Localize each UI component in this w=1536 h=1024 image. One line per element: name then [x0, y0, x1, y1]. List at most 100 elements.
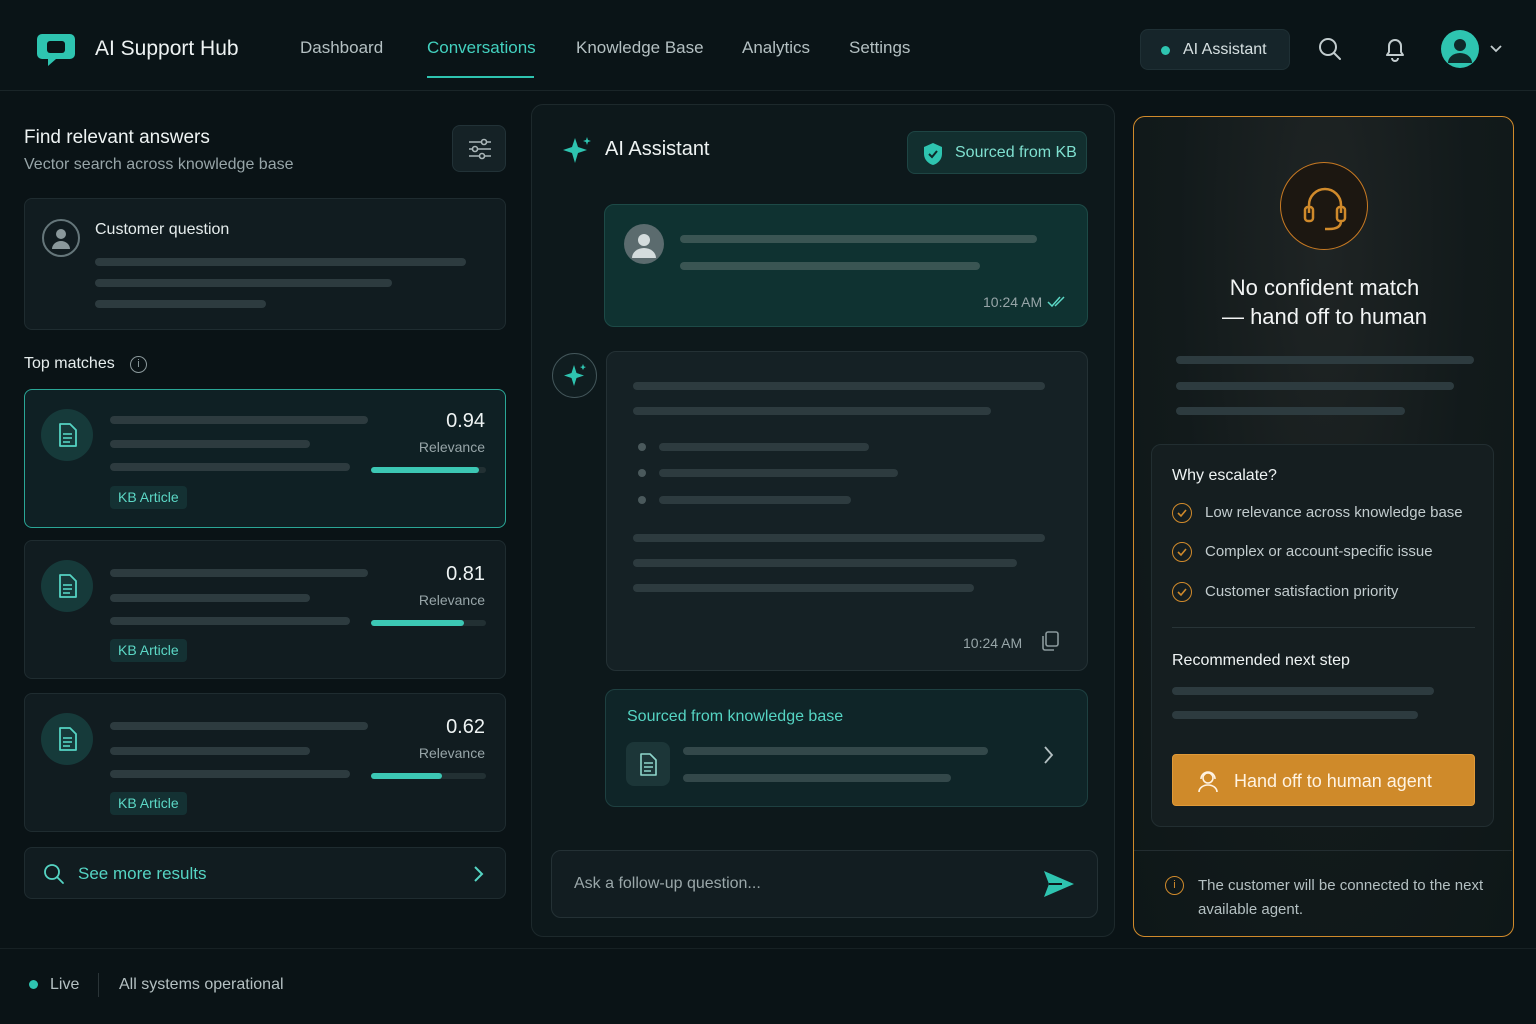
relevance-bar-fill: [371, 620, 465, 626]
relevance-label: Relevance: [418, 745, 485, 761]
text-placeholder-line: [110, 747, 310, 755]
info-icon[interactable]: i: [130, 356, 147, 373]
why-escalate-title: Why escalate?: [1172, 467, 1277, 484]
escalation-title-line1: No confident match: [1229, 275, 1420, 300]
text-placeholder-line: [659, 443, 869, 451]
message-timestamp: 10:24 AM: [963, 635, 1023, 651]
ai-assistant-pill[interactable]: AI Assistant: [1140, 29, 1290, 70]
relevance-bar: [371, 467, 486, 473]
text-placeholder-line: [95, 300, 266, 308]
nav-knowledge-base[interactable]: Knowledge Base: [576, 38, 704, 58]
ai-avatar-icon: [552, 353, 597, 398]
send-icon[interactable]: [1042, 868, 1076, 900]
status-dot: [1161, 46, 1170, 55]
text-placeholder-line: [1172, 711, 1418, 719]
top-bar: AI Support Hub Dashboard Conversations K…: [0, 0, 1536, 91]
brand-name: AI Support Hub: [95, 37, 239, 60]
divider: [98, 973, 99, 997]
check-circle-icon: [1172, 542, 1192, 562]
divider: [1172, 627, 1475, 628]
text-placeholder-line: [659, 496, 851, 504]
text-placeholder-line: [680, 235, 1037, 243]
text-placeholder-line: [110, 722, 368, 730]
chat-panel: AI Assistant Sourced from KB 10:24 AM 10…: [531, 104, 1115, 937]
knowledge-source-card[interactable]: Sourced from knowledge base: [605, 689, 1088, 807]
text-placeholder-line: [95, 258, 466, 266]
sparkle-icon: [563, 137, 591, 163]
reason-text: Complex or account-specific issue: [1205, 543, 1433, 560]
text-placeholder-line: [110, 416, 368, 424]
follow-up-input-box[interactable]: [551, 850, 1098, 918]
document-icon: [41, 409, 93, 461]
recommended-step-title: Recommended next step: [1172, 652, 1350, 669]
top-matches-label: Top matches: [24, 355, 115, 372]
chat-logo-icon[interactable]: [36, 30, 76, 68]
nav-analytics[interactable]: Analytics: [742, 38, 810, 58]
sourced-from-kb-label: Sourced from KB: [955, 144, 1077, 161]
text-placeholder-line: [683, 774, 951, 782]
nav-active-underline: [427, 76, 534, 78]
search-icon: [44, 864, 64, 884]
hand-off-button[interactable]: Hand off to human agent: [1172, 754, 1475, 806]
filter-button[interactable]: [452, 125, 506, 172]
text-placeholder-line: [659, 469, 898, 477]
headset-icon: [1280, 162, 1368, 250]
hand-off-button-label: Hand off to human agent: [1234, 771, 1432, 791]
text-placeholder-line: [1172, 687, 1434, 695]
text-placeholder-line: [683, 747, 988, 755]
divider: [1134, 850, 1512, 851]
nav-conversations[interactable]: Conversations: [427, 38, 536, 58]
follow-up-input[interactable]: [574, 873, 1014, 895]
relevance-label: Relevance: [418, 439, 485, 455]
chevron-down-icon[interactable]: [1489, 43, 1503, 53]
relevance-label: Relevance: [418, 592, 485, 608]
text-placeholder-line: [110, 440, 310, 448]
chevron-right-icon: [1044, 746, 1054, 764]
why-escalate-card: Why escalate? Low relevance across knowl…: [1151, 444, 1494, 827]
text-placeholder-line: [633, 559, 1017, 567]
handoff-note: The customer will be connected to the ne…: [1198, 877, 1484, 918]
see-more-results-button[interactable]: See more results: [24, 847, 506, 899]
user-avatar-icon: [624, 224, 664, 264]
text-placeholder-line: [633, 407, 991, 415]
relevance-score: 0.94: [446, 410, 485, 432]
see-more-results-label: See more results: [78, 864, 207, 883]
search-icon[interactable]: [1317, 36, 1343, 62]
kb-article-tag: KB Article: [110, 639, 187, 662]
text-placeholder-line: [110, 463, 350, 471]
bullet-dot: [638, 496, 646, 504]
escalation-title-line2: — hand off to human: [1221, 304, 1428, 329]
relevance-bar-fill: [371, 467, 480, 473]
document-icon: [41, 713, 93, 765]
search-panel-subtitle: Vector search across knowledge base: [24, 156, 294, 173]
document-icon: [626, 742, 670, 786]
ai-assistant-pill-label: AI Assistant: [1183, 41, 1267, 58]
text-placeholder-line: [633, 534, 1045, 542]
system-status-text: All systems operational: [119, 976, 284, 993]
relevance-score: 0.62: [446, 716, 485, 738]
text-placeholder-line: [95, 279, 392, 287]
match-card[interactable]: 0.62 Relevance KB Article: [24, 693, 506, 832]
nav-dashboard[interactable]: Dashboard: [300, 38, 383, 58]
reason-text: Customer satisfaction priority: [1205, 583, 1399, 600]
text-placeholder-line: [633, 382, 1045, 390]
match-card[interactable]: 0.94 Relevance KB Article: [24, 389, 506, 528]
agent-headset-icon: [1198, 771, 1218, 793]
match-card[interactable]: 0.81 Relevance KB Article: [24, 540, 506, 679]
sliders-icon: [469, 138, 491, 160]
chevron-right-icon: [474, 866, 484, 882]
shield-check-icon: [924, 143, 942, 165]
copy-icon[interactable]: [1039, 630, 1061, 652]
nav-settings[interactable]: Settings: [849, 38, 910, 58]
user-avatar[interactable]: [1441, 30, 1479, 68]
live-label: Live: [50, 976, 80, 993]
relevance-bar-fill: [371, 773, 443, 779]
ai-response-message: 10:24 AM: [606, 351, 1088, 671]
text-placeholder-line: [110, 594, 310, 602]
message-timestamp: 10:24 AM: [983, 294, 1043, 310]
search-panel-title: Find relevant answers: [24, 127, 210, 148]
text-placeholder-line: [1176, 407, 1405, 415]
info-icon: i: [1165, 876, 1184, 895]
live-status-dot: [29, 980, 38, 989]
bell-icon[interactable]: [1382, 36, 1408, 62]
